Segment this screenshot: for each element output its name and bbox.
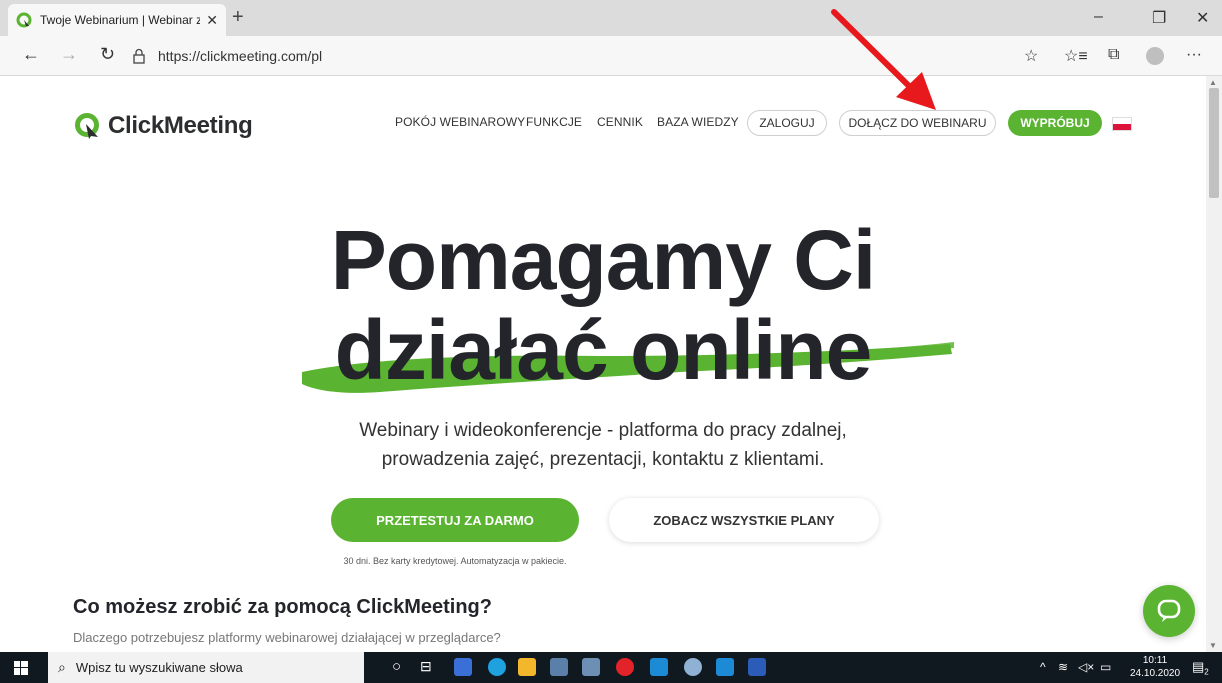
lock-icon — [133, 48, 145, 64]
free-trial-button[interactable]: PRZETESTUJ ZA DARMO — [331, 498, 579, 542]
favorite-star-icon[interactable]: ☆ — [1024, 46, 1038, 66]
notifications-icon[interactable]: ▤2 — [1192, 659, 1209, 677]
refresh-button[interactable]: ↻ — [100, 44, 115, 65]
web-page: ClickMeeting POKÓJ WEBINAROWY FUNKCJE CE… — [0, 76, 1206, 652]
polish-flag-icon[interactable] — [1112, 117, 1132, 131]
app-icon-2[interactable] — [716, 658, 734, 676]
paint-app-icon[interactable] — [684, 658, 702, 676]
volume-muted-icon[interactable]: ◁× — [1078, 660, 1094, 674]
nav-link-knowledge-base[interactable]: BAZA WIEDZY — [657, 115, 739, 129]
scroll-down-icon[interactable]: ▼ — [1209, 641, 1217, 650]
more-options-icon[interactable]: ··· — [1186, 46, 1202, 64]
url-text: https://clickmeeting.com/pl — [158, 48, 323, 64]
logo-icon — [75, 113, 99, 139]
calculator-icon[interactable] — [550, 658, 568, 676]
taskbar-search-placeholder: Wpisz tu wyszukiwane słowa — [75, 660, 243, 675]
battery-icon[interactable]: ▭ — [1100, 660, 1111, 674]
cortana-icon[interactable]: ○ — [392, 658, 401, 675]
search-icon: ⌕ — [58, 659, 66, 675]
favorites-list-icon[interactable]: ☆≡ — [1064, 46, 1088, 66]
opera-browser-icon[interactable] — [616, 658, 634, 676]
address-bar[interactable]: https://clickmeeting.com/pl — [132, 41, 1022, 71]
system-clock[interactable]: 10:11 24.10.2020 — [1130, 654, 1180, 680]
join-webinar-button[interactable]: DOŁĄCZ DO WEBINARU — [839, 110, 996, 136]
task-view-icon[interactable]: ⊟ — [420, 658, 432, 675]
nav-link-pricing[interactable]: CENNIK — [597, 115, 643, 129]
wifi-icon[interactable]: ≋ — [1058, 660, 1068, 674]
scroll-thumb[interactable] — [1209, 88, 1219, 198]
word-app-icon[interactable] — [748, 658, 766, 676]
scroll-up-icon[interactable]: ▲ — [1209, 78, 1217, 87]
trial-note: 30 dni. Bez karty kredytowej. Automatyza… — [343, 556, 567, 566]
clock-time: 10:11 — [1142, 655, 1168, 666]
hero-subtitle-line-2: prowadzenia zajęć, prezentacji, kontaktu… — [381, 449, 825, 470]
new-tab-button[interactable]: + — [232, 6, 244, 29]
media-app-icon[interactable] — [454, 658, 472, 676]
windows-start-icon[interactable] — [14, 661, 28, 675]
chat-bubble-icon — [1157, 599, 1181, 622]
clock-date: 24.10.2020 — [1130, 668, 1181, 679]
chat-widget-button[interactable] — [1143, 585, 1195, 637]
window-minimize-button[interactable]: – — [1094, 8, 1103, 26]
tab-title: Twoje Webinarium | Webinar z P — [40, 13, 201, 27]
browser-tab[interactable]: Twoje Webinarium | Webinar z P ✕ — [8, 4, 226, 36]
tab-close-icon[interactable]: ✕ — [206, 12, 218, 29]
login-button[interactable]: ZALOGUJ — [747, 110, 827, 136]
taskbar-search-box[interactable]: ⌕ Wpisz tu wyszukiwane słowa — [48, 652, 364, 683]
collections-icon[interactable]: ⧉ — [1108, 46, 1119, 64]
hero-subtitle-line-1: Webinary i wideokonferencje - platforma … — [359, 420, 847, 441]
file-explorer-icon[interactable] — [518, 658, 536, 676]
windows-taskbar: ⌕ Wpisz tu wyszukiwane słowa ○ ⊟ ^ ≋ ◁× … — [0, 652, 1222, 683]
tray-expand-icon[interactable]: ^ — [1040, 660, 1046, 674]
section-heading: Co możesz zrobić za pomocą ClickMeeting? — [73, 596, 492, 618]
forward-button[interactable]: → — [60, 44, 78, 65]
section-subheading: Dlaczego potrzebujesz platformy webinaro… — [73, 630, 501, 645]
profile-avatar[interactable] — [1146, 47, 1164, 65]
browser-tab-strip: Twoje Webinarium | Webinar z P ✕ + – ❐ ✕ — [0, 0, 1222, 36]
notification-count: 2 — [1204, 667, 1209, 677]
page-scrollbar[interactable]: ▲ ▼ — [1206, 76, 1222, 652]
browser-toolbar: ← → ↻ https://clickmeeting.com/pl ☆ ☆≡ ⧉… — [0, 36, 1222, 76]
try-button[interactable]: WYPRÓBUJ — [1008, 110, 1102, 136]
hero-heading-line-1: Pomagamy Ci — [330, 213, 877, 307]
logo-text: ClickMeeting — [108, 112, 253, 139]
clickmeeting-logo[interactable]: ClickMeeting — [74, 112, 253, 140]
store-app-icon[interactable] — [650, 658, 668, 676]
edge-browser-icon[interactable] — [488, 658, 506, 676]
screen: Twoje Webinarium | Webinar z P ✕ + – ❐ ✕… — [0, 0, 1222, 683]
see-all-plans-button[interactable]: ZOBACZ WSZYSTKIE PLANY — [609, 498, 879, 542]
window-restore-button[interactable]: ❐ — [1152, 8, 1166, 28]
back-button[interactable]: ← — [22, 44, 40, 65]
nav-link-features[interactable]: FUNKCJE — [526, 115, 582, 129]
window-close-button[interactable]: ✕ — [1196, 8, 1209, 28]
hero-heading-line-2: działać online — [334, 303, 873, 397]
app-icon[interactable] — [582, 658, 600, 676]
nav-link-webinar-room[interactable]: POKÓJ WEBINAROWY — [395, 115, 525, 129]
clickmeeting-favicon-icon — [16, 12, 32, 28]
